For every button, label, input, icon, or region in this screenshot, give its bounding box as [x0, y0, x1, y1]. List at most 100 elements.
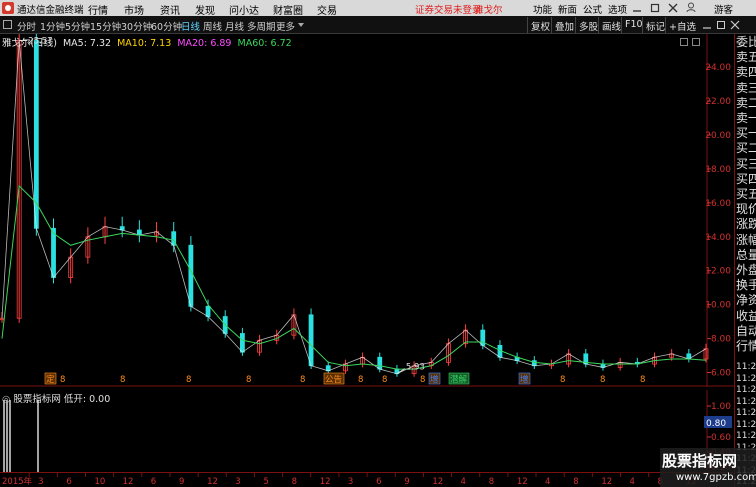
high-label: 25.57: [28, 37, 52, 47]
ma5-line: [1, 40, 707, 375]
watermark-title: 股票指标网: [662, 452, 738, 470]
date-axis-plot: 2015年36101269123581236912481248124812: [2, 473, 706, 487]
indicator-toggle-icon[interactable]: ◎: [2, 394, 10, 405]
quote-field-label: 卖三: [736, 80, 756, 95]
menu-discover[interactable]: 发现: [195, 2, 215, 17]
quote-field-label: 卖一: [736, 111, 756, 125]
chevron-down-icon[interactable]: [298, 23, 304, 28]
menu-functions[interactable]: 功能: [533, 2, 552, 16]
add-watchlist-button[interactable]: +自选: [665, 17, 699, 33]
date-tick-label: 5: [263, 477, 268, 487]
event-marker: 8: [120, 375, 125, 385]
date-axis: 2015年36101269123581236912481248124812: [0, 472, 734, 487]
price-tick-label: 12.00: [705, 267, 731, 277]
close-icon[interactable]: [668, 3, 678, 13]
minimize-panel-icon[interactable]: [702, 19, 712, 31]
quote-field-label: 涨跌: [736, 217, 756, 232]
restore-panel-icon[interactable]: [716, 19, 726, 31]
quote-field-label: 总量: [736, 247, 756, 262]
restore-icon[interactable]: [650, 3, 660, 13]
indicator-panel[interactable]: 1.000.800.600.400.20 ◎ 股票指标网 低开: 0.00: [0, 390, 734, 472]
candle-body: [377, 356, 383, 370]
quote-field-label: 卖四: [736, 65, 756, 80]
menu-assistant[interactable]: 问小达: [229, 2, 259, 17]
date-tick-label: 8: [292, 477, 297, 487]
period-toolbar: 分时 1分钟 5分钟 15分钟 30分钟 60分钟 日线 周线 月线 多周期 更…: [0, 16, 756, 34]
price-tick-label: 24.00: [705, 63, 731, 73]
period-30min[interactable]: 30分钟: [121, 19, 152, 33]
date-tick-label: 3: [348, 477, 353, 487]
close-panel-icon[interactable]: [730, 19, 740, 31]
adjust-button[interactable]: 复权: [527, 17, 553, 33]
event-marker: 8: [186, 375, 191, 385]
period-1min[interactable]: 1分钟: [40, 19, 65, 33]
event-marker: 公告: [325, 374, 342, 385]
quote-field-label: 买二: [736, 141, 756, 156]
quote-field-label: 卖二: [736, 95, 756, 110]
ma60-line: [1, 184, 707, 370]
tick-time: 11:29: [736, 396, 756, 407]
period-more[interactable]: 更多: [276, 19, 295, 33]
menu-news[interactable]: 资讯: [160, 2, 180, 17]
minimize-icon[interactable]: [632, 3, 642, 13]
panel-toggle-icon[interactable]: [3, 20, 12, 29]
tick-time: 11:29: [736, 431, 756, 441]
event-marker: 潜解: [450, 374, 468, 385]
overlay-button[interactable]: 叠加: [551, 17, 577, 33]
date-tick-label: 3: [235, 477, 240, 487]
quote-field-label: 收益: [736, 308, 756, 323]
menu-wealth-circle[interactable]: 财富圈: [273, 2, 303, 17]
user-label[interactable]: 游客: [714, 2, 733, 16]
period-daily[interactable]: 日线: [181, 19, 200, 33]
date-tick-label: 12: [123, 477, 134, 487]
price-tick-label: 10.00: [705, 301, 731, 311]
price-tick-label: 6.00: [711, 369, 731, 379]
candle-body: [51, 227, 56, 278]
kline-chart[interactable]: 雅戈尔(日线) MA5: 7.32 MA10: 7.13 MA20: 6.89 …: [0, 34, 734, 387]
period-intraday[interactable]: 分时: [17, 19, 36, 33]
period-monthly[interactable]: 月线: [225, 19, 244, 33]
event-marker: 8: [600, 375, 605, 385]
login-icon[interactable]: [686, 2, 700, 16]
date-tick-label: 12: [517, 477, 528, 487]
indicator-legend: ◎ 股票指标网 低开: 0.00: [2, 391, 110, 405]
date-tick-label: 3: [38, 477, 43, 487]
date-tick-label: 8: [489, 477, 494, 487]
tick-time: 11:29: [736, 408, 756, 418]
event-marker: 增: [520, 374, 529, 385]
date-tick-label: 9: [179, 477, 184, 487]
current-stock-name: 雅戈尔: [474, 5, 503, 16]
tick-time: 11:29: [736, 419, 756, 430]
quote-panel: 委比卖五卖四卖三卖二卖一买一买二买三买四买五现价涨跌涨幅总量外盘换手净资收益自动…: [734, 34, 756, 487]
trade-login-status[interactable]: 证券交易未登录: [415, 2, 482, 16]
quote-field-label: 买三: [736, 156, 756, 171]
period-5min[interactable]: 5分钟: [65, 19, 90, 33]
menu-market[interactable]: 市场: [124, 2, 144, 17]
menu-trade[interactable]: 交易: [317, 2, 337, 17]
date-tick-label: 12: [601, 477, 612, 487]
quote-field-label: 委比: [736, 35, 756, 49]
period-weekly[interactable]: 周线: [203, 19, 222, 33]
quote-field-label: 卖五: [736, 50, 756, 65]
period-multi[interactable]: 多周期: [247, 19, 276, 33]
menu-new-page[interactable]: 新面: [558, 2, 577, 16]
menu-formula[interactable]: 公式: [583, 2, 602, 16]
candle-body: [239, 333, 245, 353]
tick-time: 11:29: [736, 385, 756, 395]
price-tick-label: 22.00: [705, 97, 731, 107]
event-marker: 8: [640, 375, 645, 385]
period-15min[interactable]: 15分钟: [90, 19, 121, 33]
quote-field-label: 买四: [736, 171, 756, 186]
indicator-value: 低开: 0.00: [63, 394, 111, 405]
event-marker: 定: [46, 374, 55, 385]
menu-options[interactable]: 选项: [608, 2, 627, 16]
date-tick-label: 2015年: [2, 476, 33, 487]
title-bar: 通达信金融终端 行情 市场 资讯 发现 问小达 财富圈 交易 证券交易未登录 雅…: [0, 0, 756, 17]
event-marker: 8: [300, 375, 305, 385]
event-marker: 8: [358, 375, 363, 385]
menu-quotes[interactable]: 行情: [88, 2, 108, 17]
event-marker: 8: [382, 375, 387, 385]
tick-time: 11:29: [736, 373, 756, 384]
price-tick-label: 16.00: [705, 199, 731, 209]
period-60min[interactable]: 60分钟: [151, 19, 182, 33]
